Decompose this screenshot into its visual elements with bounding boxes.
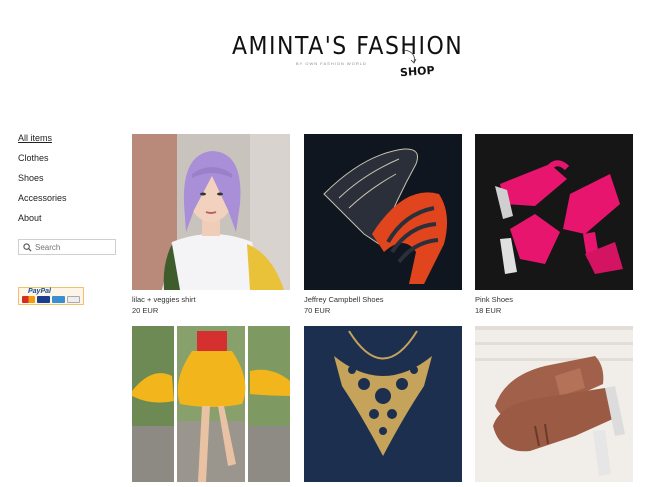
product-price: 20 EUR: [132, 306, 159, 315]
product-name[interactable]: lilac + veggies shirt: [132, 295, 290, 304]
product-card[interactable]: lilac + veggies shirt 20 EUR: [132, 134, 290, 315]
paypal-label: PayPal: [28, 288, 51, 295]
search-input[interactable]: [35, 242, 110, 252]
sidebar-item-shoes[interactable]: Shoes: [18, 174, 128, 183]
amex-icon: [52, 296, 65, 303]
product-price: 18 EUR: [475, 306, 502, 315]
product-card[interactable]: Jeffrey Campbell Shoes 70 EUR: [304, 134, 462, 315]
product-photo-brown-shoes: [475, 326, 633, 482]
product-image[interactable]: [475, 326, 633, 482]
mastercard-icon: [22, 296, 35, 303]
product-card[interactable]: [475, 326, 633, 487]
search-box[interactable]: [18, 239, 116, 255]
sidebar: All items Clothes Shoes Accessories Abou…: [18, 134, 128, 305]
payment-cards: [22, 296, 80, 303]
product-image[interactable]: [304, 134, 462, 290]
product-card[interactable]: [132, 326, 290, 487]
product-image[interactable]: [475, 134, 633, 290]
paypal-button[interactable]: PayPal: [18, 287, 84, 305]
product-image[interactable]: [132, 134, 290, 290]
product-photo-yellow-skirt: [132, 326, 290, 482]
sidebar-item-clothes[interactable]: Clothes: [18, 154, 128, 163]
product-name[interactable]: Jeffrey Campbell Shoes: [304, 295, 462, 304]
logo-shop: SHOP: [399, 63, 435, 80]
sidebar-item-about[interactable]: About: [18, 214, 128, 223]
product-photo-jeffrey-campbell-shoes: [304, 134, 462, 290]
product-image[interactable]: [304, 326, 462, 482]
sidebar-item-accessories[interactable]: Accessories: [18, 194, 128, 203]
product-photo-model-lilac-hair: [132, 134, 290, 290]
product-photo-gold-necklace: [304, 326, 462, 482]
sidebar-item-all-items[interactable]: All items: [18, 134, 128, 143]
product-image[interactable]: [132, 326, 290, 482]
product-price: 70 EUR: [304, 306, 331, 315]
product-card[interactable]: Pink Shoes 18 EUR: [475, 134, 633, 315]
product-photo-pink-shoes: [475, 134, 633, 290]
visa-icon: [37, 296, 50, 303]
logo-title: AMINTA'S FASHION: [232, 32, 464, 61]
discover-icon: [67, 296, 80, 303]
shop-logo[interactable]: AMINTA'S FASHION BY OWN FASHION WORLD SH…: [232, 30, 462, 82]
product-name[interactable]: Pink Shoes: [475, 295, 633, 304]
logo-subtitle: BY OWN FASHION WORLD: [296, 61, 367, 66]
search-icon: [23, 242, 32, 252]
product-card[interactable]: [304, 326, 462, 487]
